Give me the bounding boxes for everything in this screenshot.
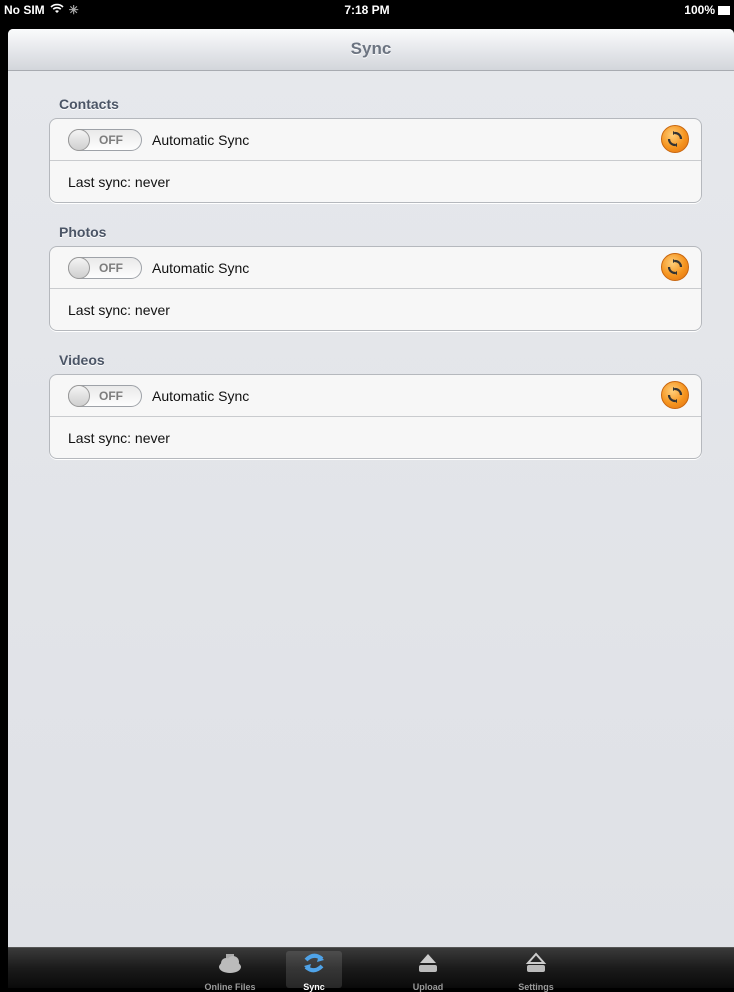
last-sync-text: Last sync: never: [68, 173, 170, 190]
settings-group: OFF Automatic Sync Last sync: never: [49, 118, 702, 203]
battery-percent: 100%: [684, 3, 715, 17]
last-sync-text: Last sync: never: [68, 429, 170, 446]
settings-group: OFF Automatic Sync Last sync: never: [49, 374, 702, 459]
tab-label: Settings: [518, 982, 554, 992]
upload-icon: [400, 951, 456, 975]
refresh-icon: [667, 387, 683, 403]
automatic-sync-row: OFF Automatic Sync: [50, 119, 701, 160]
automatic-sync-row: OFF Automatic Sync: [50, 247, 701, 288]
tab-bar: Online Files Sync Upload Settings: [8, 947, 734, 992]
tab-settings[interactable]: Settings: [508, 951, 564, 992]
page-title: Sync: [350, 39, 392, 58]
toggle-state-text: OFF: [99, 132, 123, 147]
toggle-knob: [68, 256, 90, 279]
battery-icon: [718, 5, 730, 15]
automatic-sync-row: OFF Automatic Sync: [50, 375, 701, 416]
refresh-icon: [667, 131, 683, 147]
status-time: 7:18 PM: [344, 3, 390, 17]
settings-icon: [508, 951, 564, 975]
automatic-sync-toggle[interactable]: OFF: [68, 256, 142, 279]
tab-label: Online Files: [204, 982, 256, 992]
tab-upload[interactable]: Upload: [400, 951, 456, 992]
last-sync-row: Last sync: never: [50, 160, 701, 202]
section-contacts: Contacts OFF Automatic Sync Last sync: n…: [49, 95, 702, 203]
toggle-state-text: OFF: [99, 260, 123, 275]
tab-online-files[interactable]: Online Files: [202, 951, 258, 992]
section-photos: Photos OFF Automatic Sync Last sync: nev…: [49, 223, 702, 331]
section-title: Photos: [59, 224, 107, 240]
tab-label: Upload: [412, 982, 444, 992]
toggle-knob: [68, 384, 90, 407]
last-sync-row: Last sync: never: [50, 288, 701, 330]
sync-now-button[interactable]: [661, 125, 689, 153]
automatic-sync-toggle[interactable]: OFF: [68, 128, 142, 151]
status-bar: No SIM ✳ 7:18 PM 100%: [0, 0, 734, 20]
sync-icon: [286, 951, 342, 975]
last-sync-row: Last sync: never: [50, 416, 701, 458]
cloud-files-icon: [202, 951, 258, 975]
navigation-bar: Sync: [8, 29, 734, 71]
last-sync-text: Last sync: never: [68, 301, 170, 318]
section-title: Contacts: [59, 96, 119, 112]
toggle-knob: [68, 128, 90, 151]
sync-now-button[interactable]: [661, 253, 689, 281]
toggle-state-text: OFF: [99, 388, 123, 403]
sync-now-button[interactable]: [661, 381, 689, 409]
tab-sync[interactable]: Sync: [286, 951, 342, 992]
app-window: Sync Contacts OFF Automatic Sync Last sy…: [8, 29, 734, 947]
section-videos: Videos OFF Automatic Sync Last sync: nev…: [49, 351, 702, 459]
refresh-icon: [667, 259, 683, 275]
status-right: 100%: [684, 3, 730, 17]
settings-group: OFF Automatic Sync Last sync: never: [49, 246, 702, 331]
automatic-sync-label: Automatic Sync: [152, 387, 250, 404]
automatic-sync-label: Automatic Sync: [152, 259, 250, 276]
automatic-sync-toggle[interactable]: OFF: [68, 384, 142, 407]
tab-label: Sync: [303, 982, 325, 992]
automatic-sync-label: Automatic Sync: [152, 131, 250, 148]
section-title: Videos: [59, 352, 105, 368]
